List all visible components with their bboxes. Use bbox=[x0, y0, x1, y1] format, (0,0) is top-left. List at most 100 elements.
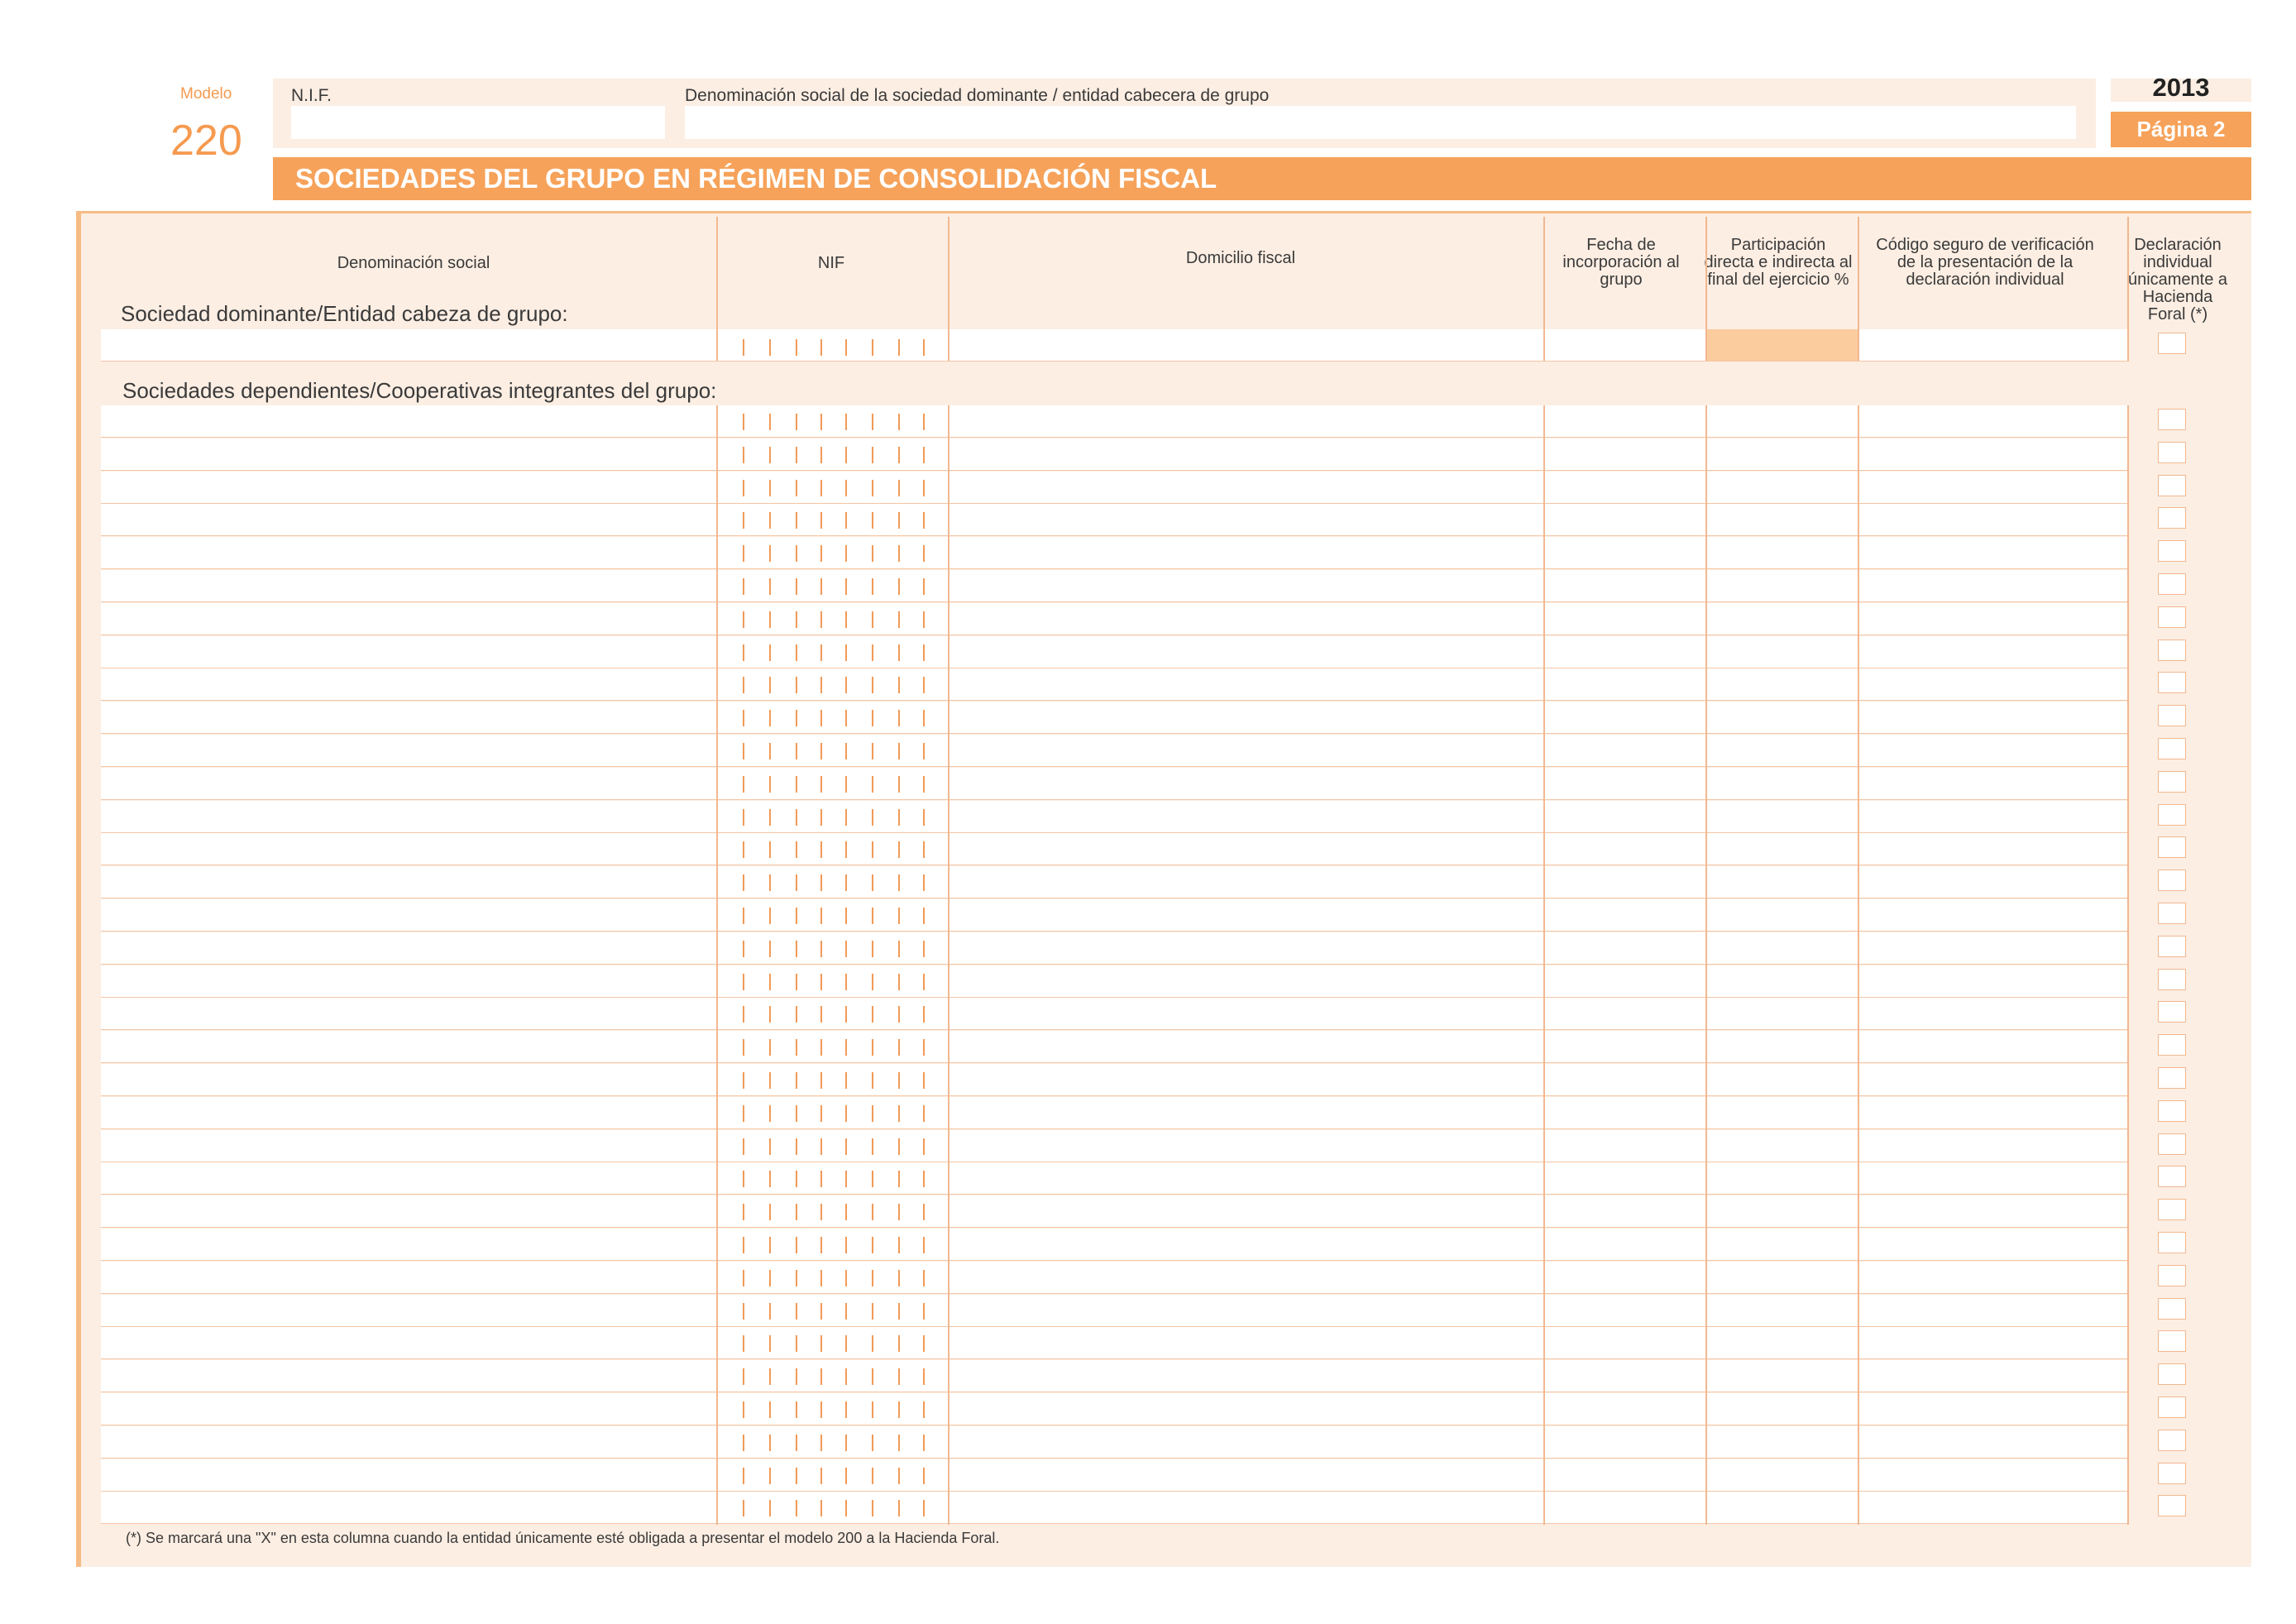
hacienda-foral-checkbox[interactable] bbox=[2158, 836, 2186, 858]
nif-digit-tick bbox=[898, 480, 900, 496]
dependiente-row[interactable] bbox=[101, 1262, 2129, 1293]
col-header-denominacion: Denominación social bbox=[337, 254, 490, 272]
nif-digit-tick bbox=[923, 1039, 925, 1056]
nif-digit-tick bbox=[923, 776, 925, 793]
col-header-declaracion: Declaración individual únicamente a Haci… bbox=[2127, 236, 2228, 323]
nif-digit-tick bbox=[898, 1500, 900, 1516]
nif-digit-tick bbox=[872, 1237, 873, 1253]
hacienda-foral-checkbox[interactable] bbox=[2158, 606, 2186, 628]
dependiente-row[interactable] bbox=[101, 472, 2129, 503]
dependiente-row[interactable] bbox=[101, 768, 2129, 799]
checkbox-column-bg bbox=[2129, 329, 2251, 362]
nif-digit-tick bbox=[820, 1138, 822, 1155]
hacienda-foral-checkbox[interactable] bbox=[2158, 869, 2186, 891]
dependiente-row[interactable] bbox=[101, 932, 2129, 964]
dependiente-row[interactable] bbox=[101, 866, 2129, 898]
hacienda-foral-checkbox[interactable] bbox=[2158, 1067, 2186, 1089]
nif-digit-tick bbox=[820, 743, 822, 759]
row-separator bbox=[101, 1293, 2129, 1294]
hacienda-foral-checkbox[interactable] bbox=[2158, 1363, 2186, 1385]
dependiente-row[interactable] bbox=[101, 603, 2129, 635]
hacienda-foral-checkbox[interactable] bbox=[2158, 475, 2186, 496]
hacienda-foral-checkbox[interactable] bbox=[2158, 573, 2186, 595]
hacienda-foral-checkbox[interactable] bbox=[2158, 804, 2186, 826]
hacienda-foral-checkbox[interactable] bbox=[2158, 1265, 2186, 1286]
hacienda-foral-checkbox[interactable] bbox=[2158, 1166, 2186, 1187]
hacienda-foral-checkbox[interactable] bbox=[2158, 1495, 2186, 1516]
hacienda-foral-checkbox[interactable] bbox=[2158, 1199, 2186, 1220]
dependiente-row[interactable] bbox=[101, 833, 2129, 865]
hacienda-foral-checkbox[interactable] bbox=[2158, 1034, 2186, 1056]
dependiente-row[interactable] bbox=[101, 1360, 2129, 1392]
nif-digit-tick bbox=[872, 1072, 873, 1089]
hacienda-foral-checkbox[interactable] bbox=[2158, 442, 2186, 463]
hacienda-foral-checkbox[interactable] bbox=[2158, 1396, 2186, 1418]
nif-digit-tick bbox=[923, 545, 925, 562]
nif-digit-tick bbox=[769, 1401, 771, 1418]
dependiente-row[interactable] bbox=[101, 438, 2129, 470]
dependiente-row[interactable] bbox=[101, 1097, 2129, 1128]
dependiente-row[interactable] bbox=[101, 636, 2129, 668]
dependiente-row[interactable] bbox=[101, 899, 2129, 931]
nif-digit-tick bbox=[796, 941, 797, 957]
dependiente-row[interactable] bbox=[101, 801, 2129, 832]
nif-digit-tick bbox=[820, 1401, 822, 1418]
dependiente-row[interactable] bbox=[101, 1459, 2129, 1491]
dependiente-row[interactable] bbox=[101, 1130, 2129, 1162]
dependiente-row[interactable] bbox=[101, 702, 2129, 733]
denominacion-field[interactable] bbox=[685, 106, 2076, 139]
dependiente-row[interactable] bbox=[101, 1327, 2129, 1358]
checkbox-column-bg bbox=[2129, 405, 2251, 1525]
nif-field[interactable] bbox=[291, 106, 665, 139]
dependiente-row[interactable] bbox=[101, 965, 2129, 997]
dependiente-row[interactable] bbox=[101, 998, 2129, 1029]
dependiente-row[interactable] bbox=[101, 1064, 2129, 1095]
dependiente-row[interactable] bbox=[101, 1162, 2129, 1194]
hacienda-foral-checkbox[interactable] bbox=[2158, 333, 2186, 354]
hacienda-foral-checkbox[interactable] bbox=[2158, 507, 2186, 529]
nif-digit-tick bbox=[820, 710, 822, 726]
hacienda-foral-checkbox[interactable] bbox=[2158, 672, 2186, 693]
dependiente-row[interactable] bbox=[101, 735, 2129, 766]
hacienda-foral-checkbox[interactable] bbox=[2158, 1298, 2186, 1320]
dependiente-row[interactable] bbox=[101, 1229, 2129, 1260]
dependiente-row[interactable] bbox=[101, 504, 2129, 535]
row-separator bbox=[101, 766, 2129, 767]
dependiente-row[interactable] bbox=[101, 1195, 2129, 1227]
dependiente-row[interactable] bbox=[101, 668, 2129, 700]
nif-digit-tick bbox=[872, 1270, 873, 1286]
nif-digit-tick bbox=[769, 1204, 771, 1220]
dependiente-row[interactable] bbox=[101, 405, 2129, 437]
nif-digit-tick bbox=[796, 710, 797, 726]
hacienda-foral-checkbox[interactable] bbox=[2158, 540, 2186, 562]
dependiente-row[interactable] bbox=[101, 570, 2129, 601]
hacienda-foral-checkbox[interactable] bbox=[2158, 409, 2186, 430]
hacienda-foral-checkbox[interactable] bbox=[2158, 738, 2186, 759]
dependiente-row[interactable] bbox=[101, 1492, 2129, 1523]
dependiente-row[interactable] bbox=[101, 537, 2129, 568]
hacienda-foral-checkbox[interactable] bbox=[2158, 903, 2186, 924]
hacienda-foral-checkbox[interactable] bbox=[2158, 705, 2186, 726]
nif-digit-tick bbox=[769, 512, 771, 529]
hacienda-foral-checkbox[interactable] bbox=[2158, 1430, 2186, 1451]
nif-digit-tick bbox=[872, 941, 873, 957]
nif-digit-tick bbox=[796, 1335, 797, 1352]
nif-digit-tick bbox=[769, 1138, 771, 1155]
hacienda-foral-checkbox[interactable] bbox=[2158, 1001, 2186, 1023]
dependiente-row[interactable] bbox=[101, 1393, 2129, 1425]
hacienda-foral-checkbox[interactable] bbox=[2158, 936, 2186, 957]
hacienda-foral-checkbox[interactable] bbox=[2158, 1232, 2186, 1253]
dependiente-row[interactable] bbox=[101, 1426, 2129, 1458]
nif-digit-tick bbox=[743, 874, 744, 891]
hacienda-foral-checkbox[interactable] bbox=[2158, 1100, 2186, 1122]
hacienda-foral-checkbox[interactable] bbox=[2158, 640, 2186, 661]
nif-digit-tick bbox=[898, 1006, 900, 1023]
dependiente-row[interactable] bbox=[101, 1295, 2129, 1326]
hacienda-foral-checkbox[interactable] bbox=[2158, 771, 2186, 793]
dependiente-row[interactable] bbox=[101, 1031, 2129, 1062]
hacienda-foral-checkbox[interactable] bbox=[2158, 969, 2186, 990]
nif-digit-tick bbox=[898, 908, 900, 924]
hacienda-foral-checkbox[interactable] bbox=[2158, 1133, 2186, 1155]
hacienda-foral-checkbox[interactable] bbox=[2158, 1330, 2186, 1352]
hacienda-foral-checkbox[interactable] bbox=[2158, 1463, 2186, 1484]
